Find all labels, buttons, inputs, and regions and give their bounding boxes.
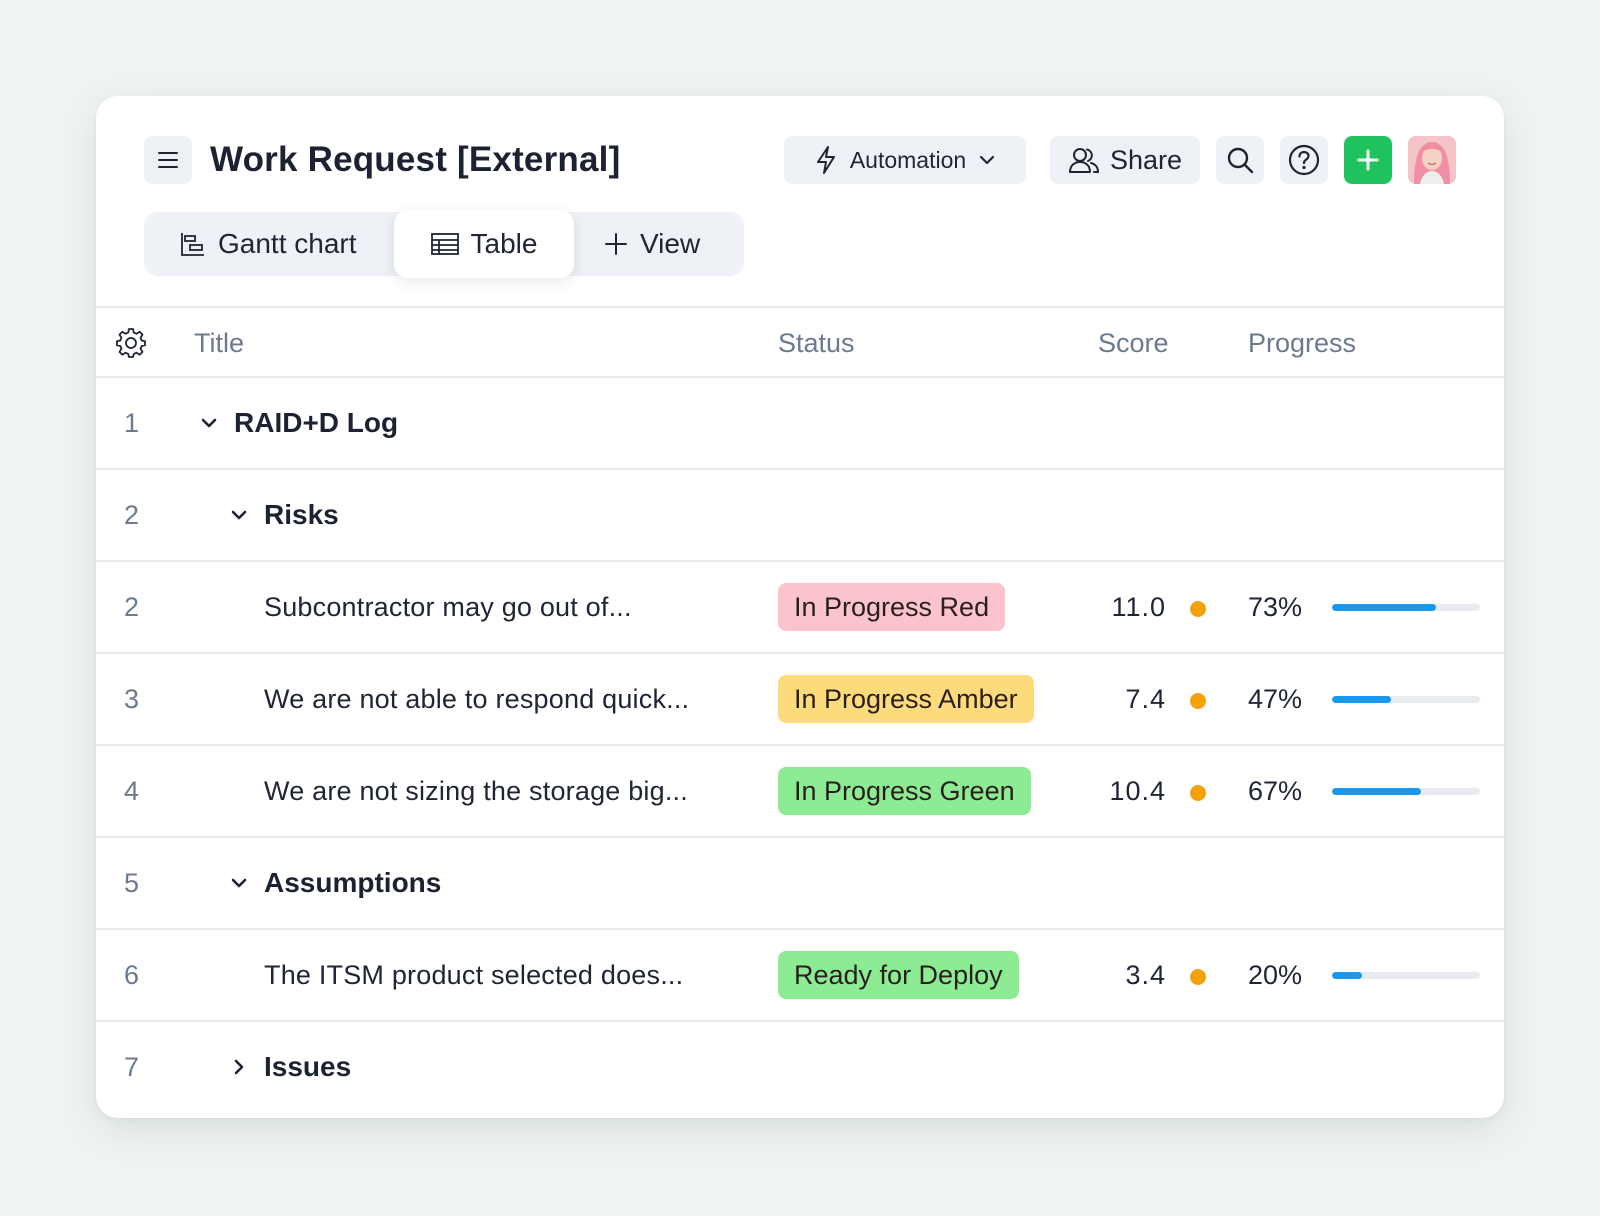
view-tabs: Gantt chart Table View bbox=[144, 210, 744, 278]
plus-icon bbox=[605, 233, 627, 255]
add-button[interactable] bbox=[1344, 136, 1392, 184]
table-row[interactable]: 2 Subcontractor may go out of... In Prog… bbox=[96, 562, 1504, 654]
column-header-status[interactable]: Status bbox=[778, 308, 855, 378]
group-title: Assumptions bbox=[230, 838, 441, 928]
group-row[interactable]: 2 Risks bbox=[96, 470, 1504, 562]
progress-percent: 47% bbox=[1248, 683, 1303, 714]
tab-gantt-chart[interactable]: Gantt chart bbox=[180, 212, 357, 276]
group-title: Issues bbox=[230, 1022, 351, 1112]
row-number: 3 bbox=[124, 683, 140, 714]
search-icon bbox=[1227, 147, 1254, 174]
score-value: 10.4 bbox=[1109, 775, 1166, 806]
progress-bar bbox=[1332, 788, 1480, 795]
row-number: 2 bbox=[124, 591, 140, 622]
group-row[interactable]: 1 RAID+D Log bbox=[96, 378, 1504, 470]
progress-bar bbox=[1332, 696, 1480, 703]
progress-bar-fill bbox=[1332, 696, 1392, 703]
status-cell[interactable]: In Progress Green bbox=[778, 746, 1031, 836]
search-button[interactable] bbox=[1216, 136, 1264, 184]
progress-percent: 73% bbox=[1248, 591, 1303, 622]
user-avatar-image bbox=[1408, 136, 1456, 184]
group-title: RAID+D Log bbox=[200, 378, 398, 468]
data-table: Title Status Score Progress 1 RAID+D Log… bbox=[96, 306, 1504, 1114]
score-indicator-dot bbox=[1190, 601, 1206, 617]
column-header-title[interactable]: Title bbox=[194, 308, 244, 378]
item-title[interactable]: We are not sizing the storage big... bbox=[264, 746, 688, 836]
users-icon bbox=[1068, 148, 1099, 173]
score-indicator-dot bbox=[1190, 969, 1206, 985]
automation-label: Automation bbox=[849, 146, 967, 173]
group-label: Issues bbox=[264, 1051, 352, 1082]
row-number: 4 bbox=[124, 775, 140, 806]
progress-percent: 67% bbox=[1248, 775, 1303, 806]
chevron-down-icon[interactable] bbox=[200, 417, 218, 429]
chevron-down-icon[interactable] bbox=[230, 877, 248, 889]
chevron-down-icon[interactable] bbox=[230, 509, 248, 521]
page-title: Work Request [External] bbox=[210, 140, 621, 179]
status-badge: In Progress Amber bbox=[778, 675, 1034, 723]
tab-label: View bbox=[640, 228, 701, 259]
column-header-progress[interactable]: Progress bbox=[1248, 308, 1356, 378]
progress-percent: 20% bbox=[1248, 959, 1303, 990]
item-title[interactable]: Subcontractor may go out of... bbox=[264, 562, 632, 652]
status-badge: In Progress Red bbox=[778, 583, 1006, 631]
row-number: 7 bbox=[124, 1051, 140, 1082]
tab-add-view[interactable]: View bbox=[604, 212, 700, 276]
hamburger-icon bbox=[158, 152, 178, 168]
avatar[interactable] bbox=[1408, 136, 1456, 184]
menu-button[interactable] bbox=[144, 136, 192, 184]
status-cell[interactable]: In Progress Amber bbox=[778, 654, 1034, 744]
work-request-card: Work Request [External] Automation Share bbox=[96, 96, 1504, 1118]
automation-button[interactable]: Automation bbox=[784, 136, 1026, 184]
chevron-down-icon bbox=[980, 155, 995, 165]
tab-label: Table bbox=[470, 228, 538, 259]
item-title[interactable]: The ITSM product selected does... bbox=[264, 930, 683, 1020]
row-number: 1 bbox=[124, 407, 140, 438]
question-circle-icon bbox=[1288, 144, 1320, 176]
table-row[interactable]: 4 We are not sizing the storage big... I… bbox=[96, 746, 1504, 838]
chevron-right-icon[interactable] bbox=[230, 1058, 248, 1076]
share-label: Share bbox=[1109, 144, 1183, 175]
score-value: 11.0 bbox=[1111, 591, 1166, 622]
table-row[interactable]: 3 We are not able to respond quick... In… bbox=[96, 654, 1504, 746]
help-button[interactable] bbox=[1280, 136, 1328, 184]
column-settings[interactable] bbox=[116, 308, 146, 378]
plus-icon bbox=[1357, 149, 1379, 171]
progress-bar bbox=[1332, 972, 1480, 979]
table-icon bbox=[430, 233, 459, 255]
status-badge: Ready for Deploy bbox=[778, 951, 1019, 999]
progress-bar-fill bbox=[1332, 972, 1362, 979]
group-row[interactable]: 5 Assumptions bbox=[96, 838, 1504, 930]
score-value: 3.4 bbox=[1125, 959, 1166, 990]
table-row[interactable]: 6 The ITSM product selected does... Read… bbox=[96, 930, 1504, 1022]
progress-bar-fill bbox=[1332, 604, 1436, 611]
gear-icon bbox=[116, 328, 146, 358]
group-title: Risks bbox=[230, 470, 339, 560]
score-indicator-dot bbox=[1190, 693, 1206, 709]
item-title[interactable]: We are not able to respond quick... bbox=[264, 654, 689, 744]
gantt-icon bbox=[181, 233, 204, 256]
row-number: 6 bbox=[124, 959, 140, 990]
group-label: Assumptions bbox=[264, 867, 442, 898]
status-badge: In Progress Green bbox=[778, 767, 1031, 815]
group-label: RAID+D Log bbox=[234, 407, 399, 438]
group-row[interactable]: 7 Issues bbox=[96, 1022, 1504, 1114]
progress-bar-fill bbox=[1332, 788, 1421, 795]
table-header: Title Status Score Progress bbox=[96, 306, 1504, 378]
tab-table[interactable]: Table bbox=[394, 210, 574, 278]
row-number: 5 bbox=[124, 867, 140, 898]
tab-label: Gantt chart bbox=[218, 228, 357, 259]
score-indicator-dot bbox=[1190, 785, 1206, 801]
row-number: 2 bbox=[124, 499, 140, 530]
progress-bar bbox=[1332, 604, 1480, 611]
column-header-score[interactable]: Score bbox=[1098, 308, 1169, 378]
score-value: 7.4 bbox=[1125, 683, 1166, 714]
status-cell[interactable]: Ready for Deploy bbox=[778, 930, 1019, 1020]
lightning-icon bbox=[816, 146, 835, 174]
group-label: Risks bbox=[264, 499, 339, 530]
share-button[interactable]: Share bbox=[1050, 136, 1200, 184]
status-cell[interactable]: In Progress Red bbox=[778, 562, 1006, 652]
